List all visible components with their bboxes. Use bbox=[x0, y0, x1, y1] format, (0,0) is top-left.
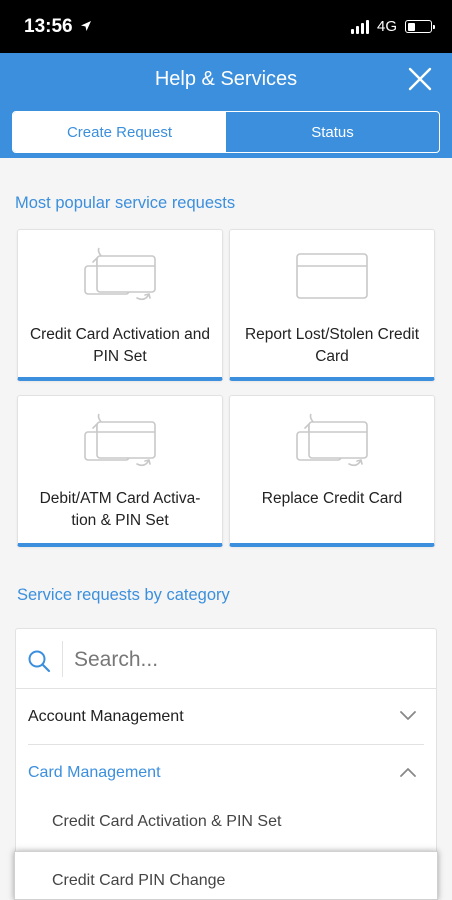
tab-create-request[interactable]: Create Request bbox=[13, 112, 226, 152]
chevron-up-icon bbox=[400, 768, 416, 777]
search-icon[interactable] bbox=[27, 649, 51, 673]
category-account-management[interactable]: Account Management bbox=[28, 689, 424, 745]
popular-section-title: Most popular service requests bbox=[15, 194, 236, 212]
network-type: 4G bbox=[376, 18, 397, 35]
card-label-line1: Debit/ATM Card Activa- bbox=[39, 490, 201, 507]
card-label-line2: tion & PIN Set bbox=[71, 512, 169, 529]
location-arrow-icon bbox=[80, 21, 91, 31]
battery-icon bbox=[405, 20, 435, 33]
status-indicators: 4G bbox=[350, 18, 435, 35]
card-replace-credit-card[interactable]: Replace Credit Card bbox=[229, 395, 435, 547]
card-label-line2: Card bbox=[315, 348, 349, 365]
tab-bar: Create Request Status bbox=[12, 111, 440, 153]
chevron-down-icon bbox=[400, 711, 416, 720]
category-card-management[interactable]: Card Management bbox=[28, 745, 424, 801]
sub-item-credit-card-activation[interactable]: Credit Card Activation & PIN Set bbox=[52, 813, 281, 831]
card-debit-atm-activation[interactable]: Debit/ATM Card Activa- tion & PIN Set bbox=[17, 395, 223, 547]
card-activation-icon bbox=[18, 410, 222, 472]
search-divider bbox=[62, 641, 63, 677]
card-credit-card-activation[interactable]: Credit Card Activation and PIN Set bbox=[17, 229, 223, 381]
close-icon[interactable] bbox=[406, 65, 434, 93]
status-time-text: 13:56 bbox=[24, 16, 73, 37]
card-report-lost-stolen[interactable]: Report Lost/Stolen Credit Card bbox=[229, 229, 435, 381]
card-label: Replace Credit Card bbox=[236, 488, 428, 510]
search-bar bbox=[16, 629, 436, 689]
status-time: 13:56 bbox=[24, 16, 92, 38]
card-replace-icon bbox=[230, 410, 434, 472]
search-input[interactable] bbox=[74, 643, 414, 677]
page-title: Help & Services bbox=[154, 68, 298, 90]
category-label: Card Management bbox=[28, 764, 161, 781]
card-activation-icon bbox=[18, 244, 222, 306]
category-section-title: Service requests by category bbox=[17, 586, 230, 604]
header: Help & Services Create Request Status bbox=[0, 53, 452, 158]
card-label-line1: Report Lost/Stolen Credit bbox=[244, 326, 420, 343]
card-label-line1: Credit Card Activation and bbox=[29, 326, 211, 343]
sub-item-credit-card-pin-change[interactable]: Credit Card PIN Change bbox=[52, 872, 225, 890]
card-label: Credit Card Activation and PIN Set bbox=[24, 324, 216, 368]
card-label: Debit/ATM Card Activa- tion & PIN Set bbox=[24, 488, 216, 532]
status-bar: 13:56 4G bbox=[0, 0, 452, 53]
card-label: Report Lost/Stolen Credit Card bbox=[236, 324, 428, 368]
sub-item-row-pin-change[interactable]: Credit Card PIN Change bbox=[14, 851, 438, 900]
category-label: Account Management bbox=[28, 708, 184, 725]
tab-status[interactable]: Status bbox=[226, 112, 439, 152]
signal-icon bbox=[350, 19, 369, 34]
card-label-line1: Replace Credit Card bbox=[261, 490, 403, 507]
card-label-line2: PIN Set bbox=[93, 348, 147, 365]
card-icon bbox=[230, 244, 434, 306]
